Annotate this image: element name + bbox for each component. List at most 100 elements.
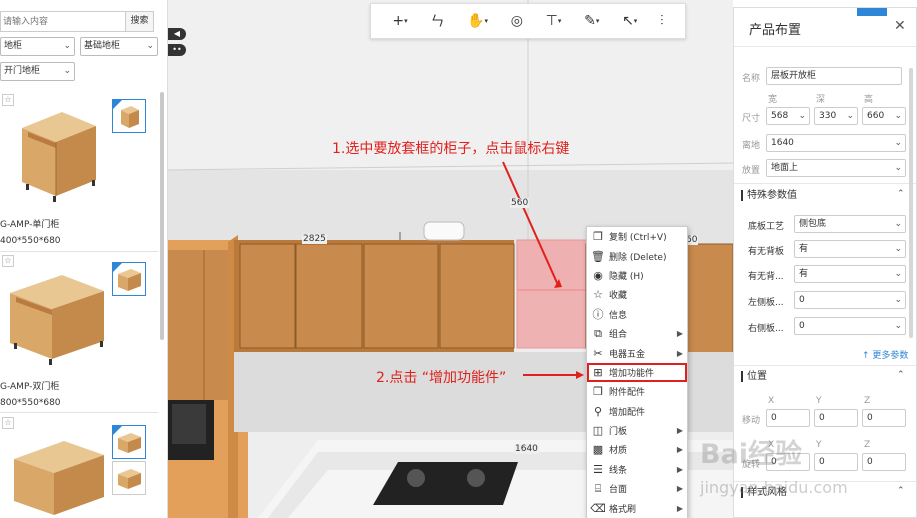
elevation-select[interactable]: 1640 ⌄ (766, 134, 906, 152)
move-x-input[interactable]: 0 (766, 409, 810, 427)
param-select[interactable]: 有 ⌄ (794, 265, 906, 283)
product-thumbnail-selected[interactable] (112, 262, 146, 296)
menu-item-attachment[interactable]: ❒ 附件配件 (587, 382, 687, 401)
paint-roller-tool[interactable]: ⊤▾ (546, 13, 562, 29)
search-button[interactable]: 搜索 (126, 11, 154, 32)
width-select[interactable]: 568 ⌄ (766, 107, 810, 125)
menu-item-hide[interactable]: ◉ 隐藏 (H) (587, 266, 687, 285)
depth-label: 深 (816, 95, 826, 105)
product-card[interactable]: ☆ G-AMP-双门柜 800*550*680 (0, 253, 158, 413)
chevron-down-icon: ⌄ (146, 41, 154, 51)
chevron-up-icon[interactable]: ⌃ (897, 189, 905, 199)
measure-tool[interactable]: ㄣ (430, 11, 444, 31)
properties-scrollbar[interactable] (909, 68, 913, 338)
placement-select[interactable]: 地面上 ⌄ (766, 159, 906, 177)
param-select[interactable]: 侧包底 ⌄ (794, 215, 906, 233)
tools-icon: ✂ (593, 346, 603, 360)
more-params-link[interactable]: ↑ 更多参数 (862, 348, 908, 361)
viewport-toolbar: +▾ ㄣ ✋▾ ◎ ⊤▾ ✎▾ ↖▾ ⫶ (370, 3, 686, 39)
door-icon: ◫ (592, 424, 604, 438)
favorite-star-icon[interactable]: ☆ (2, 255, 14, 267)
pos-z-label: Z (864, 396, 871, 406)
param-label: 有无背... (748, 272, 784, 282)
placement-label: 放置 (742, 166, 761, 176)
star-icon: ☆ (593, 288, 603, 302)
param-select[interactable]: 有 ⌄ (794, 240, 906, 258)
context-menu: ❐ 复制 (Ctrl+V) 🗑 删除 (Delete) ◉ 隐藏 (H) ☆ 收藏 ⓘ 信… (586, 226, 688, 518)
select-tool[interactable]: ↖▾ (622, 13, 637, 29)
submenu-arrow-icon: ▶ (676, 445, 683, 455)
product-thumbnail-selected[interactable] (112, 425, 146, 459)
menu-item-group[interactable]: ⧉ 组合 ▶ (587, 324, 687, 343)
menu-item-info[interactable]: ⓘ 信息 (587, 305, 687, 324)
product-thumbnail-selected[interactable] (112, 99, 146, 133)
hand-tool[interactable]: ✋▾ (467, 13, 488, 29)
menu-item-label: 信息 (609, 310, 628, 321)
param-select[interactable]: 0 ⌄ (794, 317, 906, 335)
palette-tool[interactable]: ◎ (511, 13, 523, 29)
param-value: 有 (799, 269, 809, 279)
chevron-up-icon[interactable]: ⌃ (897, 370, 905, 380)
product-image-double-door[interactable] (0, 253, 110, 375)
height-select[interactable]: 660 ⌄ (862, 107, 906, 125)
favorite-star-icon[interactable]: ☆ (2, 417, 14, 429)
param-label: 左侧板... (748, 298, 784, 308)
sliders-icon: ⫶ (660, 13, 664, 29)
door-type-select[interactable]: 开门地柜 ⌄ (0, 62, 75, 81)
param-select[interactable]: 0 ⌄ (794, 291, 906, 309)
rotate-x-input[interactable]: 0 (766, 453, 810, 471)
depth-select[interactable]: 330 ⌄ (814, 107, 858, 125)
submenu-arrow-icon: ▶ (676, 348, 683, 358)
menu-item-format-brush[interactable]: ⌫ 格式刷 ▶ (587, 498, 687, 517)
chevron-down-icon: ⌄ (894, 163, 902, 173)
chevron-down-icon: ⌄ (894, 321, 902, 331)
instruction-annotation-2: 2.点击 “增加功能件” (376, 370, 507, 386)
group-icon: ⧉ (594, 326, 602, 340)
ruler-tool[interactable]: ✎▾ (584, 13, 599, 29)
placement-value: 地面上 (771, 163, 799, 173)
chevron-down-icon: ⌄ (63, 66, 71, 76)
close-icon[interactable]: ✕ (894, 18, 906, 34)
product-image-wide-cabinet[interactable] (0, 415, 110, 518)
add-function-icon: ⊞ (593, 365, 603, 379)
rotate-y-input[interactable]: 0 (814, 453, 858, 471)
adjust-tool[interactable]: ⫶ (660, 13, 664, 29)
rotate-z-input[interactable]: 0 (862, 453, 906, 471)
menu-item-copy[interactable]: ❐ 复制 (Ctrl+V) (587, 227, 687, 246)
menu-item-add-part[interactable]: ⚲ 增加配件 (587, 402, 687, 421)
category-select[interactable]: 地柜 ⌄ (0, 37, 75, 56)
chevron-up-icon[interactable]: ⌃ (897, 486, 905, 496)
favorite-star-icon[interactable]: ☆ (2, 94, 14, 106)
move-z-input[interactable]: 0 (862, 409, 906, 427)
more-options-toggle[interactable]: •• (168, 44, 186, 56)
rotate-y-label: Y (816, 440, 822, 450)
catalog-panel: 搜索 地柜 ⌄ 基础地柜 ⌄ 开门地柜 ⌄ ☆ (0, 0, 168, 518)
menu-item-countertop[interactable]: ⌸ 台面 ▶ (587, 479, 687, 498)
menu-item-lines[interactable]: ☰ 线条 ▶ (587, 460, 687, 479)
catalog-scrollbar[interactable] (160, 92, 164, 340)
collapse-panel-toggle[interactable]: ◀ (168, 28, 186, 40)
height-value: 660 (867, 111, 885, 121)
product-thumbnail[interactable] (112, 461, 146, 495)
submenu-arrow-icon: ▶ (676, 484, 683, 494)
add-tool[interactable]: +▾ (392, 13, 407, 29)
product-card[interactable]: ☆ G-AMP-单门柜 400*550*680 (0, 92, 158, 252)
pos-y-label: Y (816, 396, 822, 406)
door-type-select-value: 开门地柜 (4, 66, 41, 76)
product-image-single-door[interactable] (0, 92, 110, 214)
menu-item-material[interactable]: ▩ 材质 ▶ (587, 440, 687, 459)
move-y-input[interactable]: 0 (814, 409, 858, 427)
submenu-arrow-icon: ▶ (676, 464, 683, 474)
product-card[interactable]: ☆ (0, 415, 158, 518)
elevation-value: 1640 (771, 138, 794, 148)
attachment-icon: ❒ (593, 385, 603, 399)
menu-item-add-function[interactable]: ⊞ 增加功能件 (587, 362, 687, 383)
menu-item-hardware[interactable]: ✂ 电器五金 ▶ (587, 343, 687, 362)
menu-item-delete[interactable]: 🗑 删除 (Delete) (587, 246, 687, 265)
menu-item-door[interactable]: ◫ 门板 ▶ (587, 421, 687, 440)
param-value: 0 (799, 321, 805, 331)
menu-item-favorite[interactable]: ☆ 收藏 (587, 285, 687, 304)
name-field[interactable]: 层板开放柜 (766, 67, 902, 85)
search-input[interactable] (0, 11, 126, 32)
subcategory-select[interactable]: 基础地柜 ⌄ (80, 37, 158, 56)
